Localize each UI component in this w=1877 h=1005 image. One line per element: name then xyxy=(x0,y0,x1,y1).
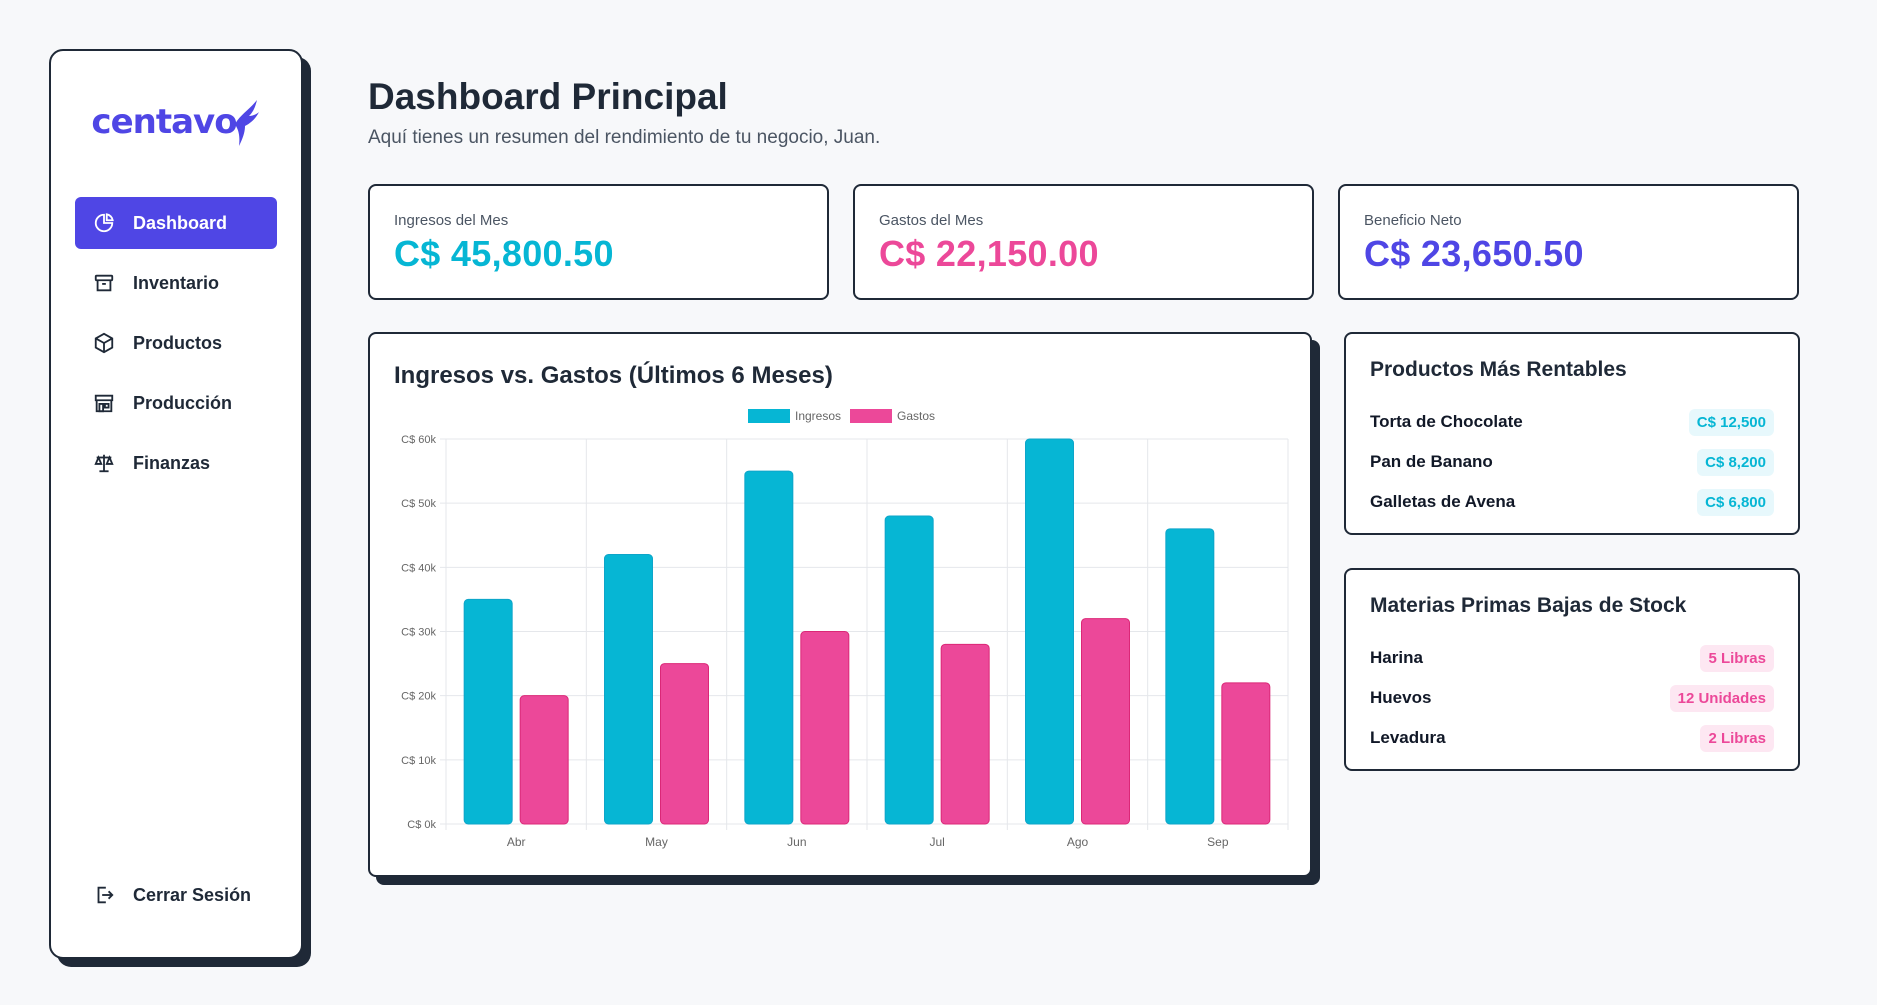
sidebar-item-produccion[interactable]: Producción xyxy=(75,377,277,429)
stat-card-beneficio: Beneficio Neto C$ 23,650.50 xyxy=(1338,184,1799,300)
product-value-badge: C$ 12,500 xyxy=(1688,408,1774,436)
archive-box-icon xyxy=(94,274,114,292)
bar-gastos xyxy=(940,643,990,825)
bar-ingresos xyxy=(1025,438,1074,825)
stat-card-gastos: Gastos del Mes C$ 22,150.00 xyxy=(853,184,1314,300)
stat-label: Ingresos del Mes xyxy=(394,212,509,229)
top-products-title: Productos Más Rentables xyxy=(1370,358,1627,381)
list-item: Pan de Banano C$ 8,200 xyxy=(1370,442,1774,482)
x-tick-label: Abr xyxy=(507,835,526,849)
legend-swatch xyxy=(850,409,892,423)
low-stock-title: Materias Primas Bajas de Stock xyxy=(1370,594,1687,617)
store-icon xyxy=(94,394,114,413)
bar-gastos xyxy=(660,663,709,825)
y-tick-label: C$ 0k xyxy=(407,819,436,831)
list-item: Levadura 2 Libras xyxy=(1370,718,1774,758)
sidebar-item-label: Finanzas xyxy=(133,452,211,473)
page-title: Dashboard Principal xyxy=(368,76,728,117)
bar-chart: C$ 0k C$ 10k C$ 20k C$ 30k C$ 40k C$ 50k C$ 60… xyxy=(401,409,1289,849)
bar-ingresos xyxy=(744,470,794,825)
bar-gastos xyxy=(519,695,569,825)
legend-swatch xyxy=(748,409,790,423)
list-item: Harina 5 Libras xyxy=(1370,638,1774,678)
stat-value: C$ 22,150.00 xyxy=(879,233,1099,274)
x-tick-label: May xyxy=(645,835,668,849)
sidebar-item-label: Dashboard xyxy=(133,212,228,233)
list-item: Galletas de Avena C$ 6,800 xyxy=(1370,482,1774,522)
stat-value: C$ 23,650.50 xyxy=(1364,233,1584,274)
material-name: Harina xyxy=(1370,648,1423,667)
page-subtitle: Aquí tienes un resumen del rendimiento d… xyxy=(368,127,881,148)
x-tick-label: Jul xyxy=(929,835,944,849)
chart-card: Ingresos vs. Gastos (Últimos 6 Meses) C$… xyxy=(368,332,1312,877)
low-stock-card: Materias Primas Bajas de Stock Harina 5 … xyxy=(1344,568,1800,771)
sidebar-nav: Dashboard Inventario Productos Producció… xyxy=(75,197,277,489)
sidebar-item-productos[interactable]: Productos xyxy=(75,317,277,369)
scale-icon xyxy=(94,454,114,473)
material-name: Huevos xyxy=(1370,688,1432,707)
bar-gastos xyxy=(800,631,850,825)
bar-gastos xyxy=(1221,682,1271,825)
sidebar-item-label: Inventario xyxy=(133,272,220,293)
cube-icon xyxy=(94,332,114,354)
sidebar: centavo Dashboard Inventario Productos P… xyxy=(49,49,303,959)
stat-label: Gastos del Mes xyxy=(879,212,984,229)
material-name: Levadura xyxy=(1370,728,1446,747)
product-name: Pan de Banano xyxy=(1370,452,1493,471)
top-products-card: Productos Más Rentables Torta de Chocola… xyxy=(1344,332,1800,535)
bar-ingresos xyxy=(463,598,513,825)
y-tick-label: C$ 30k xyxy=(401,627,436,639)
stock-badge: 12 Unidades xyxy=(1669,684,1774,712)
bar-ingresos xyxy=(604,554,653,825)
x-tick-label: Jun xyxy=(787,835,806,849)
sidebar-item-inventario[interactable]: Inventario xyxy=(75,257,277,309)
product-name: Torta de Chocolate xyxy=(1370,412,1523,431)
x-tick-label: Ago xyxy=(1067,835,1089,849)
product-value-badge: C$ 8,200 xyxy=(1697,448,1774,476)
product-name: Galletas de Avena xyxy=(1370,492,1516,511)
bar-gastos xyxy=(1081,618,1130,825)
y-tick-label: C$ 20k xyxy=(401,691,436,703)
bar-ingresos xyxy=(1165,528,1215,825)
stat-label: Beneficio Neto xyxy=(1364,212,1462,229)
sidebar-item-label: Productos xyxy=(133,332,223,353)
y-tick-label: C$ 10k xyxy=(401,755,436,767)
pie-chart-icon xyxy=(94,213,114,233)
brand-logo[interactable]: centavo xyxy=(75,91,277,153)
sidebar-item-label: Producción xyxy=(133,392,233,413)
sidebar-item-dashboard[interactable]: Dashboard xyxy=(75,197,277,249)
sidebar-item-finanzas[interactable]: Finanzas xyxy=(75,437,277,489)
x-tick-label: Sep xyxy=(1207,835,1229,849)
list-item: Huevos 12 Unidades xyxy=(1370,678,1774,718)
bar-ingresos xyxy=(884,515,934,825)
stock-badge: 2 Libras xyxy=(1700,724,1774,752)
y-tick-label: C$ 60k xyxy=(401,434,436,446)
legend-label: Ingresos xyxy=(795,409,841,423)
legend-label: Gastos xyxy=(897,409,935,423)
hummingbird-icon xyxy=(234,100,259,146)
y-tick-label: C$ 50k xyxy=(401,498,436,510)
y-tick-label: C$ 40k xyxy=(401,562,436,574)
stat-card-ingresos: Ingresos del Mes C$ 45,800.50 xyxy=(368,184,829,300)
logout-icon xyxy=(97,886,114,904)
logout-button[interactable]: Cerrar Sesión xyxy=(75,869,277,921)
product-value-badge: C$ 6,800 xyxy=(1697,488,1774,516)
stat-value: C$ 45,800.50 xyxy=(394,233,614,274)
list-item: Torta de Chocolate C$ 12,500 xyxy=(1370,402,1774,442)
stock-badge: 5 Libras xyxy=(1700,644,1774,672)
logo-text: centavo xyxy=(91,102,237,142)
logout-label: Cerrar Sesión xyxy=(133,884,252,905)
